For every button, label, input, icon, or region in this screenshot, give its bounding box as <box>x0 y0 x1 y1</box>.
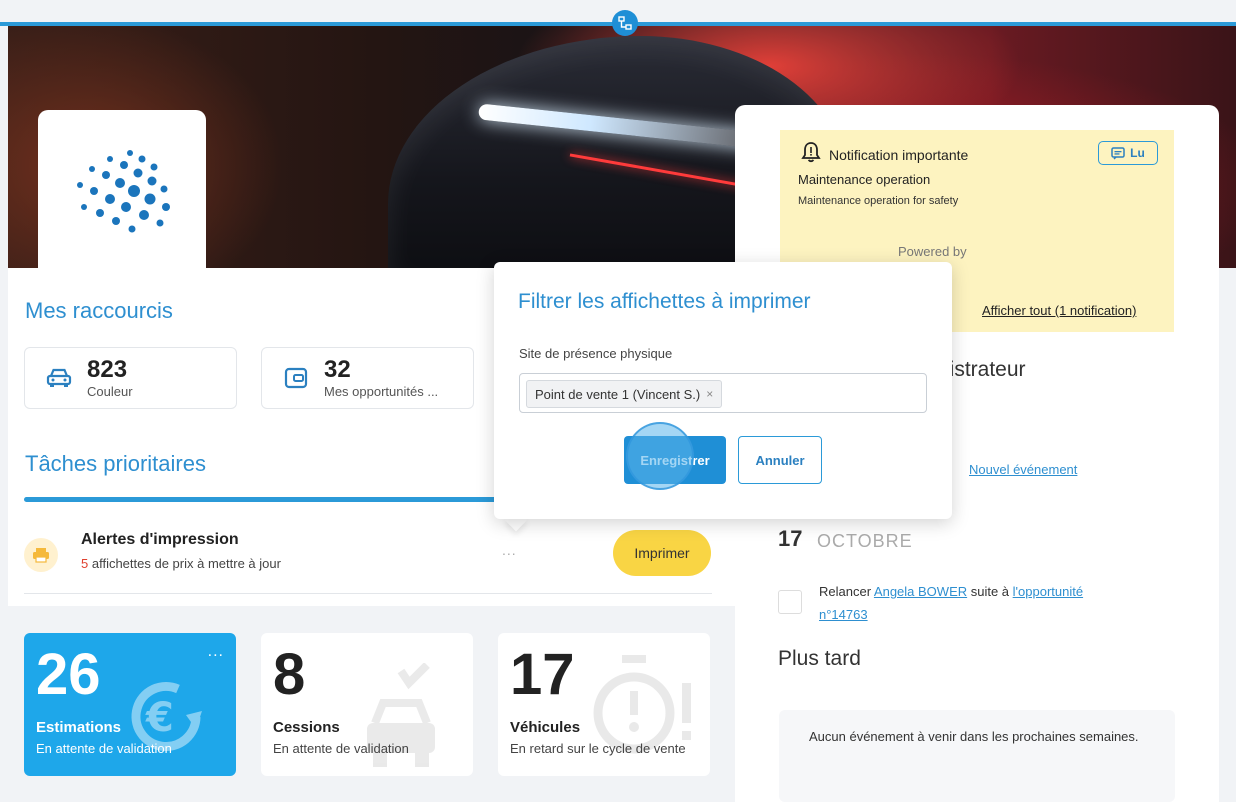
more-options-icon[interactable]: ... <box>208 643 224 661</box>
shortcut-label: Couleur <box>87 383 133 399</box>
print-alert-text: affichettes de prix à mettre à jour <box>88 556 281 571</box>
dots-logo-icon <box>77 150 170 233</box>
task-prefix: Relancer <box>819 584 874 599</box>
filter-popover: Filtrer les affichettes à imprimer Site … <box>494 262 952 519</box>
print-alert-description: 5 affichettes de prix à mettre à jour <box>81 556 281 571</box>
remove-tag-icon[interactable]: × <box>706 387 713 401</box>
car-check-icon <box>367 663 435 767</box>
stat-card-estimations[interactable]: € 26 ... Estimations En attente de valid… <box>24 633 236 776</box>
powered-by-text: Powered by <box>898 244 967 259</box>
later-section-title: Plus tard <box>778 647 861 670</box>
tag-label: Point de vente 1 (Vincent S.) <box>535 386 701 402</box>
stat-value: 8 <box>273 642 306 707</box>
print-button[interactable]: Imprimer <box>613 530 711 576</box>
date-month: OCTOBRE <box>817 531 913 551</box>
site-field-label: Site de présence physique <box>519 346 673 361</box>
task-mid: suite à <box>967 584 1013 599</box>
tasks-progress-bar <box>24 497 544 502</box>
stat-title: Cessions <box>273 719 340 736</box>
save-button[interactable]: Enregistrer <box>624 436 726 484</box>
mark-read-label: Lu <box>1130 146 1145 160</box>
message-read-icon <box>1111 146 1125 160</box>
notification-heading: Maintenance operation <box>798 172 931 187</box>
company-logo <box>38 110 206 270</box>
task-description: Relancer Angela BOWER suite à l'opportun… <box>819 580 1129 626</box>
bell-icon <box>800 141 822 168</box>
contact-link[interactable]: Angela BOWER <box>874 584 967 599</box>
stat-title: Véhicules <box>510 719 581 736</box>
mark-read-button[interactable]: Lu <box>1098 141 1158 165</box>
shortcuts-title: Mes raccourcis <box>25 298 173 323</box>
show-all-notifications-link[interactable]: Afficher tout (1 notification) <box>982 303 1136 318</box>
wallet-icon <box>282 364 310 392</box>
printer-icon <box>24 538 58 572</box>
print-alert-title: Alertes d'impression <box>81 531 239 548</box>
alert-more-icon[interactable]: ... <box>502 542 517 558</box>
shortcut-couleur[interactable]: 823 Couleur <box>24 347 237 409</box>
stat-subtitle: En attente de validation <box>36 741 172 756</box>
car-icon <box>45 364 73 392</box>
stat-subtitle: En retard sur le cycle de vente <box>510 741 686 756</box>
shortcut-value: 32 <box>324 355 351 383</box>
new-event-link[interactable]: Nouvel événement <box>969 462 1077 477</box>
stat-value: 17 <box>510 642 575 707</box>
shortcut-value: 823 <box>87 355 128 383</box>
no-events-text: Aucun événement à venir dans les prochai… <box>809 729 1139 744</box>
shortcut-opportunites[interactable]: 32 Mes opportunités ... <box>261 347 474 409</box>
date-day: 17 <box>778 526 803 551</box>
stat-subtitle: En attente de validation <box>273 741 409 756</box>
stat-value: 26 <box>36 642 101 707</box>
shortcut-label: Mes opportunités ... <box>324 383 439 399</box>
stat-card-vehicules[interactable]: 17 Véhicules En retard sur le cycle de v… <box>498 633 710 776</box>
svg-text:€: € <box>145 695 174 741</box>
network-icon[interactable] <box>612 10 638 36</box>
notification-subtitle: Maintenance operation for safety <box>798 195 959 207</box>
stat-card-cessions[interactable]: 8 Cessions En attente de validation <box>261 633 473 776</box>
tasks-title: Tâches prioritaires <box>25 451 206 476</box>
popover-title: Filtrer les affichettes à imprimer <box>518 290 811 313</box>
task-checkbox[interactable] <box>778 590 802 614</box>
cancel-button[interactable]: Annuler <box>738 436 822 484</box>
notification-title: Notification importante <box>829 147 969 163</box>
stat-title: Estimations <box>36 719 122 736</box>
selected-site-tag: Point de vente 1 (Vincent S.) × <box>526 380 723 408</box>
site-select[interactable]: Point de vente 1 (Vincent S.) × <box>519 373 927 413</box>
divider <box>24 593 712 594</box>
